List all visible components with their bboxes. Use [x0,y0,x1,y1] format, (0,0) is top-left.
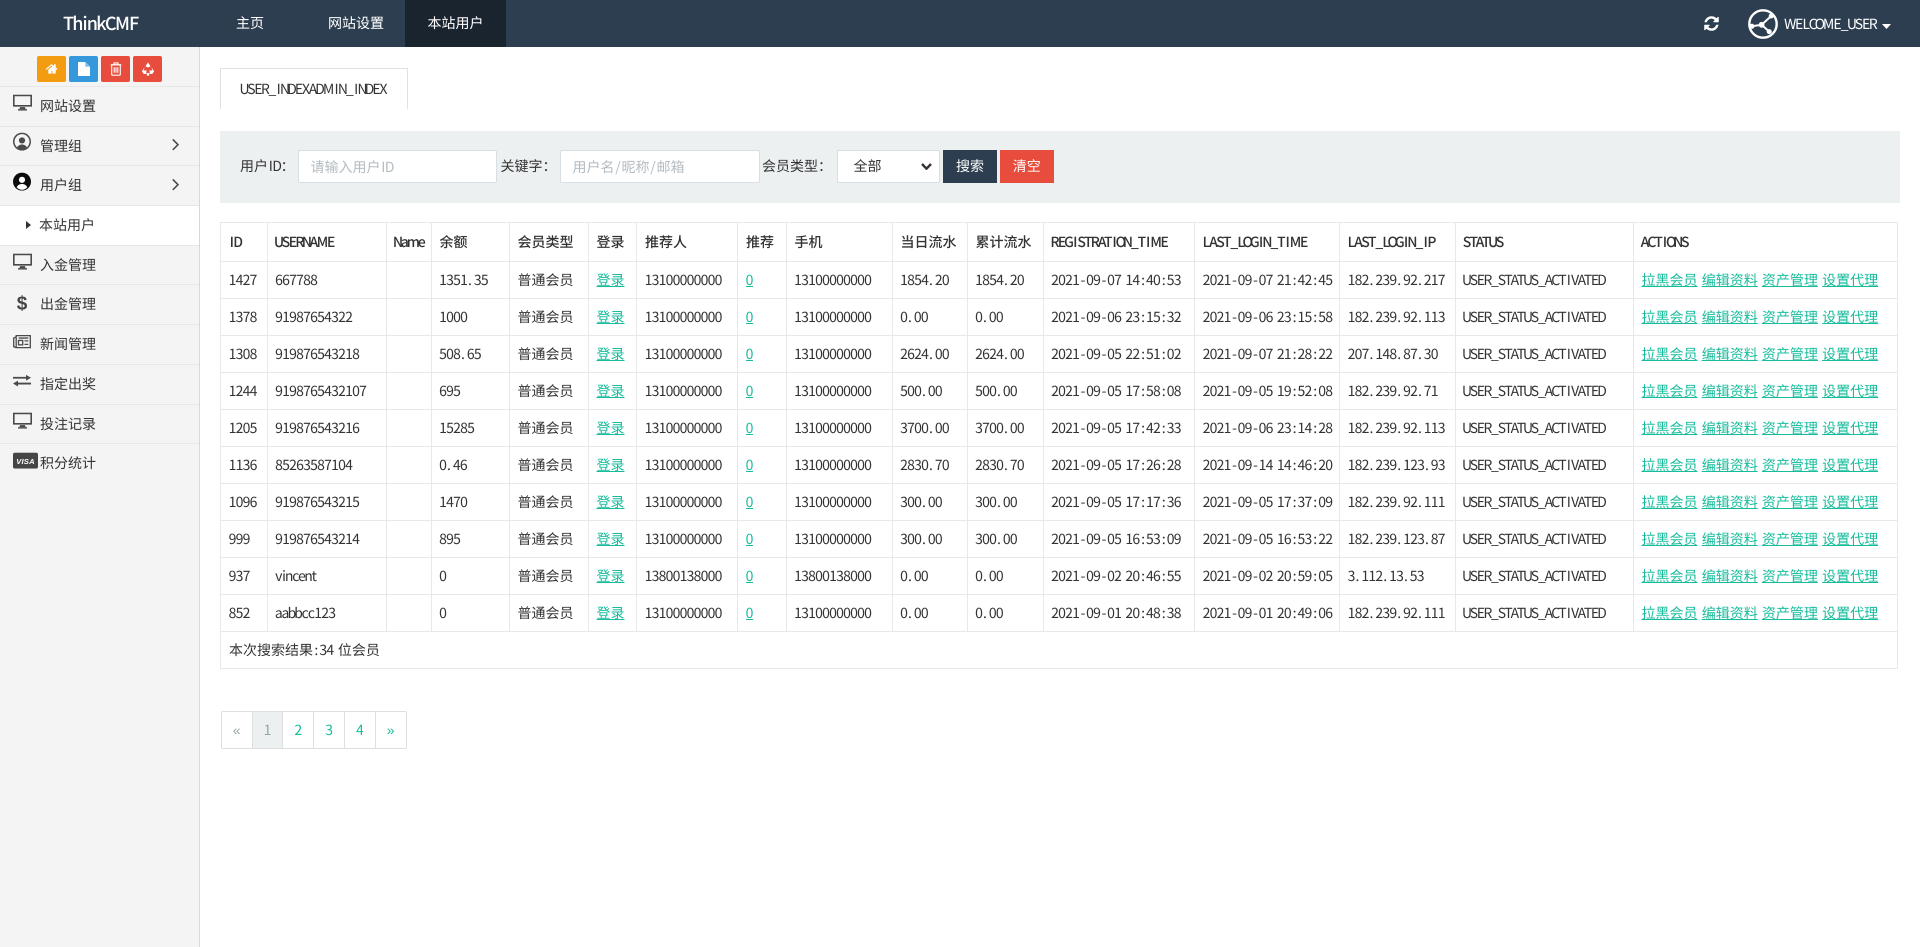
svg-text:VISA: VISA [16,457,35,466]
